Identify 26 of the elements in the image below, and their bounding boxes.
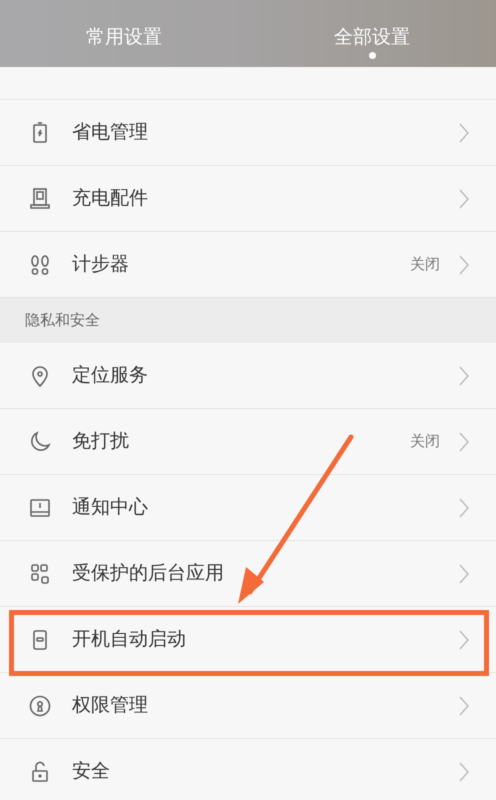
chevron-right-icon: [458, 430, 470, 452]
settings-row[interactable]: 权限管理: [0, 673, 496, 739]
keyhole-icon: [28, 694, 52, 718]
settings-row[interactable]: 免打扰 关闭: [0, 409, 496, 475]
settings-row[interactable]: 省电管理: [0, 100, 496, 166]
chevron-right-icon: [458, 254, 470, 276]
settings-row[interactable]: 安全: [0, 739, 496, 800]
settings-row[interactable]: 开机自动启动: [0, 607, 496, 673]
chevron-right-icon: [458, 628, 470, 650]
section-header: 隐私和安全: [25, 310, 100, 332]
settings-row[interactable]: 通知中心: [0, 475, 496, 541]
charger-icon: [28, 186, 52, 210]
settings-row[interactable]: 充电配件: [0, 166, 496, 232]
moon-icon: [28, 430, 52, 454]
footprints-icon: [28, 252, 52, 276]
chevron-right-icon: [458, 122, 470, 144]
apps-icon: [28, 562, 52, 586]
chevron-right-icon: [458, 496, 470, 518]
chevron-right-icon: [458, 188, 470, 210]
settings-row[interactable]: 定位服务: [0, 343, 496, 409]
chevron-right-icon: [458, 364, 470, 386]
chevron-right-icon: [458, 694, 470, 716]
chevron-right-icon: [458, 562, 470, 584]
status-value: 关闭: [410, 431, 440, 452]
status-value: 关闭: [410, 254, 440, 276]
chevron-right-icon: [458, 760, 470, 782]
